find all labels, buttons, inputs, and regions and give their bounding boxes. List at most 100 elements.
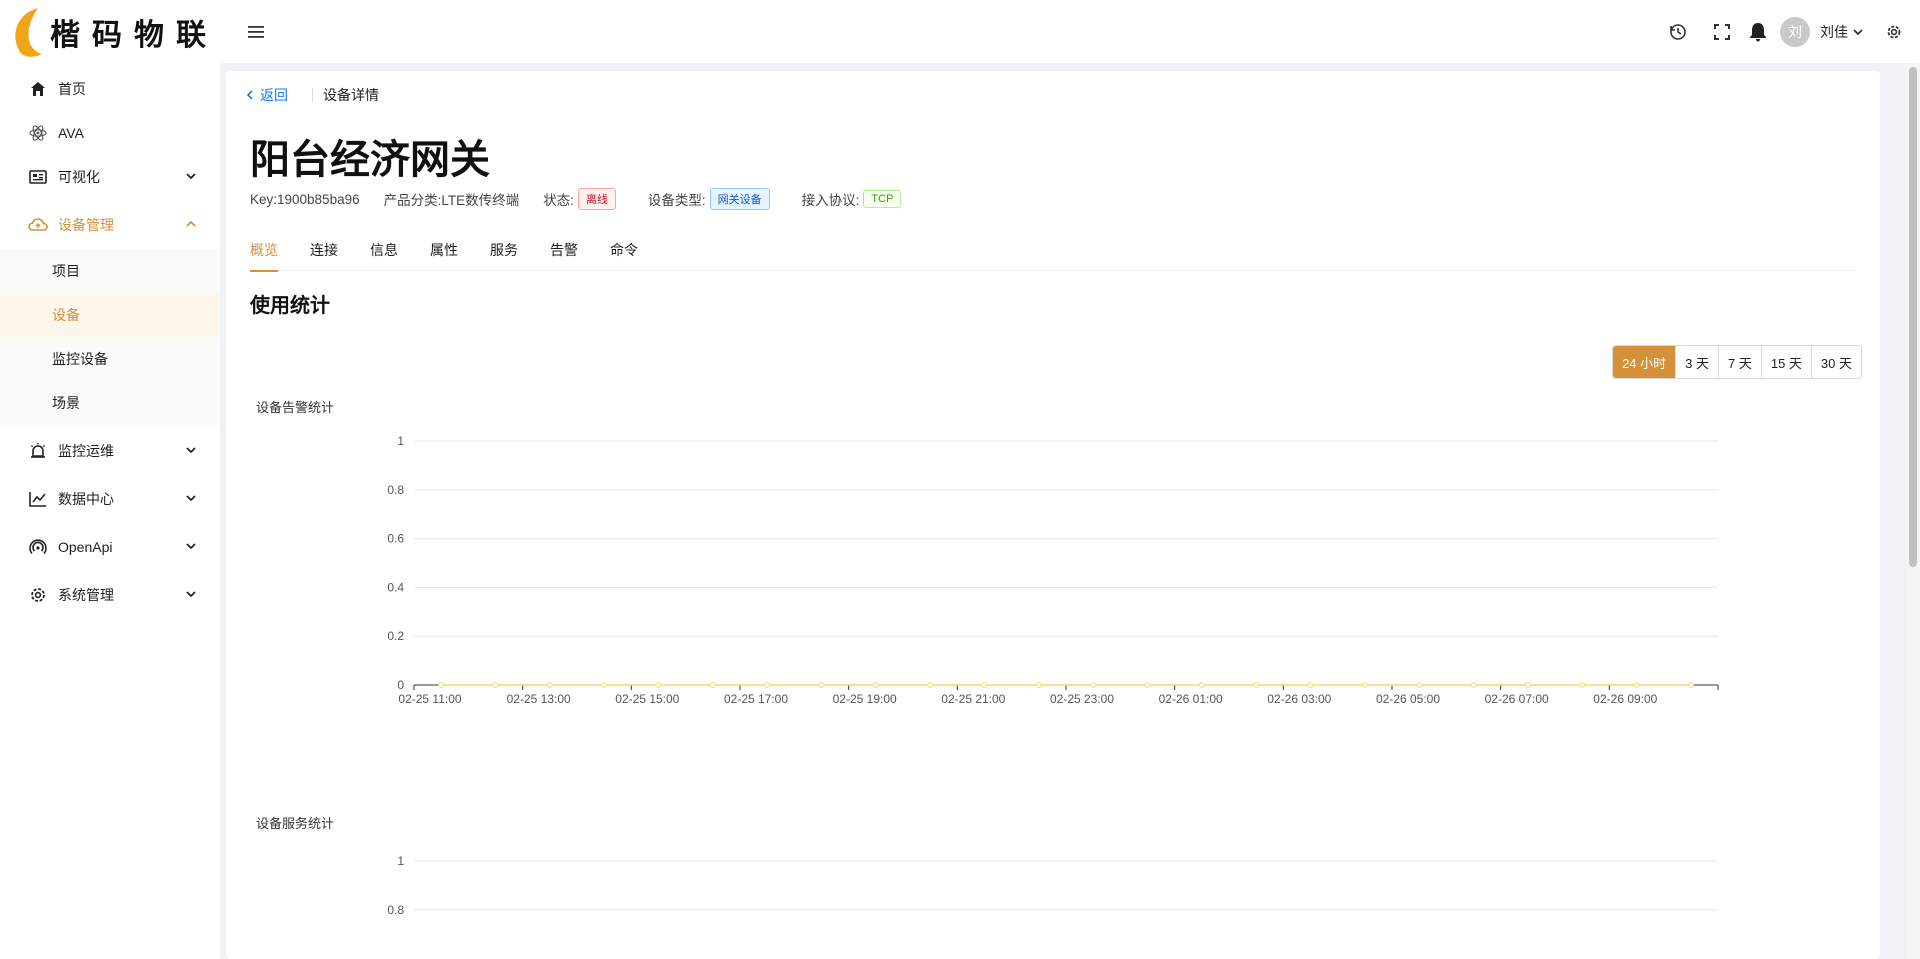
fullscreen-button[interactable] — [1704, 14, 1740, 50]
protocol-badge: TCP — [863, 190, 902, 208]
sidebar-item-label: OpenApi — [58, 539, 113, 555]
breadcrumb-current: 设备详情 — [323, 87, 379, 103]
range-30d-button[interactable]: 30 天 — [1810, 346, 1861, 378]
chevron-down-icon — [186, 543, 196, 550]
alarm-chart-title: 设备告警统计 — [256, 400, 335, 415]
x-tick-label: 02-26 09:00 — [1593, 692, 1657, 706]
x-tick-label: 02-25 17:00 — [724, 692, 788, 706]
x-tick-label: 02-25 23:00 — [1050, 692, 1114, 706]
user-name: 刘佳 — [1820, 23, 1848, 40]
chevron-left-icon — [246, 90, 253, 100]
data-point — [1035, 682, 1042, 688]
data-point — [1253, 682, 1260, 688]
data-point — [655, 682, 662, 688]
device-status: 状态: 离线 — [543, 188, 616, 210]
chevron-down-icon — [186, 173, 196, 180]
chart-line-icon — [28, 489, 48, 509]
sidebar-item-openapi[interactable]: OpenApi — [0, 525, 220, 569]
user-menu[interactable]: 刘佳 — [1820, 22, 1864, 42]
main-content: 返回 设备详情 阳台经济网关 Key:1900b85ba96 产品分类:LTE数… — [226, 71, 1880, 959]
atom-icon — [28, 123, 48, 143]
section-title: 使用统计 — [250, 295, 330, 317]
sidebar: 首页 AVA 可视化 设备管理 项目 设备 监控设备 场景 监控运维 数据中心 … — [0, 63, 220, 959]
y-tick-label: 0.8 — [387, 903, 404, 917]
data-point — [1470, 682, 1477, 688]
protocol-label: 接入协议: — [801, 193, 860, 208]
range-7d-button[interactable]: 7 天 — [1718, 346, 1761, 378]
sidebar-item-visualization[interactable]: 可视化 — [0, 155, 220, 199]
breadcrumb-divider — [312, 88, 313, 102]
sidebar-item-system[interactable]: 系统管理 — [0, 573, 220, 617]
data-point — [601, 682, 607, 688]
back-button[interactable]: 返回 — [246, 85, 288, 105]
x-tick-label: 02-26 03:00 — [1267, 692, 1331, 706]
avatar[interactable]: 刘 — [1780, 16, 1810, 47]
cloud-icon — [28, 215, 48, 235]
time-range-selector: 24 小时 3 天 7 天 15 天 30 天 — [1612, 345, 1862, 379]
sidebar-item-label: 监控运维 — [58, 443, 114, 459]
service-chart-title: 设备服务统计 — [256, 816, 335, 831]
tab-properties[interactable]: 属性 — [430, 229, 458, 271]
submenu-item-scene[interactable]: 场景 — [0, 381, 220, 425]
menu-toggle-button[interactable] — [244, 20, 268, 44]
sidebar-item-device-management[interactable]: 设备管理 — [0, 203, 220, 247]
y-tick-label: 0.6 — [387, 532, 404, 546]
sidebar-item-label: 可视化 — [58, 169, 100, 185]
y-tick-label: 0.2 — [387, 629, 404, 643]
sidebar-item-data-center[interactable]: 数据中心 — [0, 477, 220, 521]
status-label: 状态: — [543, 193, 574, 208]
dashboard-icon — [28, 167, 48, 187]
data-point — [1090, 682, 1097, 688]
data-point — [981, 682, 988, 688]
range-3d-button[interactable]: 3 天 — [1675, 346, 1718, 378]
y-tick-label: 0.4 — [387, 580, 404, 594]
data-point — [818, 682, 825, 688]
sidebar-item-label: 设备管理 — [58, 217, 114, 233]
sidebar-item-ava[interactable]: AVA — [0, 111, 220, 155]
submenu-item-monitor-device[interactable]: 监控设备 — [0, 337, 220, 381]
header-actions: 刘 刘佳 — [1660, 0, 1920, 63]
settings-button[interactable] — [1876, 14, 1912, 50]
device-category: 产品分类:LTE数传终端 — [383, 193, 520, 208]
alarm-statistics-chart: 0 0.2 0.4 0.6 0.8 1 02-25 11:00 02-25 13:00 02-2… — [387, 434, 1719, 706]
x-tick-label: 02-25 11:00 — [398, 692, 461, 706]
logo[interactable]: 楷码物联 — [0, 0, 220, 63]
sidebar-item-label: 首页 — [58, 81, 86, 97]
service-statistics-chart: 0.81 — [387, 854, 1718, 917]
tab-services[interactable]: 服务 — [490, 229, 518, 271]
x-tick-label: 02-25 13:00 — [507, 692, 571, 706]
submenu-item-device[interactable]: 设备 — [0, 293, 220, 337]
sidebar-item-home[interactable]: 首页 — [0, 67, 220, 111]
breadcrumb: 返回 设备详情 — [246, 85, 379, 105]
page-title: 阳台经济网关 — [250, 138, 490, 182]
tab-alarms[interactable]: 告警 — [550, 229, 578, 271]
data-point — [1144, 682, 1151, 688]
page-scrollbar[interactable] — [1906, 63, 1920, 959]
data-point — [1525, 682, 1531, 688]
data-point — [1307, 682, 1314, 688]
x-tick-label: 02-25 21:00 — [941, 692, 1005, 706]
submenu-item-project[interactable]: 项目 — [0, 249, 220, 293]
fullscreen-icon — [1714, 23, 1730, 40]
sidebar-item-label: 数据中心 — [58, 491, 114, 507]
y-tick-label: 1 — [397, 434, 404, 448]
data-point — [1198, 682, 1205, 688]
range-15d-button[interactable]: 15 天 — [1760, 346, 1811, 378]
data-point — [1633, 682, 1640, 688]
chevron-down-icon — [186, 447, 196, 454]
notifications-button[interactable] — [1740, 14, 1776, 50]
sidebar-item-label: AVA — [58, 125, 84, 141]
device-type: 设备类型: 网关设备 — [648, 188, 770, 210]
tab-overview[interactable]: 概览 — [250, 229, 278, 272]
tab-info[interactable]: 信息 — [370, 229, 398, 271]
data-point — [1416, 682, 1423, 688]
range-24h-button[interactable]: 24 小时 — [1613, 346, 1676, 378]
tab-connection[interactable]: 连接 — [310, 229, 338, 271]
sidebar-item-label: 系统管理 — [58, 587, 114, 603]
sidebar-item-monitoring[interactable]: 监控运维 — [0, 429, 220, 473]
tab-commands[interactable]: 命令 — [610, 229, 638, 271]
top-header: 楷码物联 刘 刘佳 — [0, 0, 1920, 63]
history-button[interactable] — [1660, 14, 1696, 50]
scrollbar-thumb[interactable] — [1909, 67, 1917, 567]
chevron-down-icon — [1853, 28, 1863, 35]
